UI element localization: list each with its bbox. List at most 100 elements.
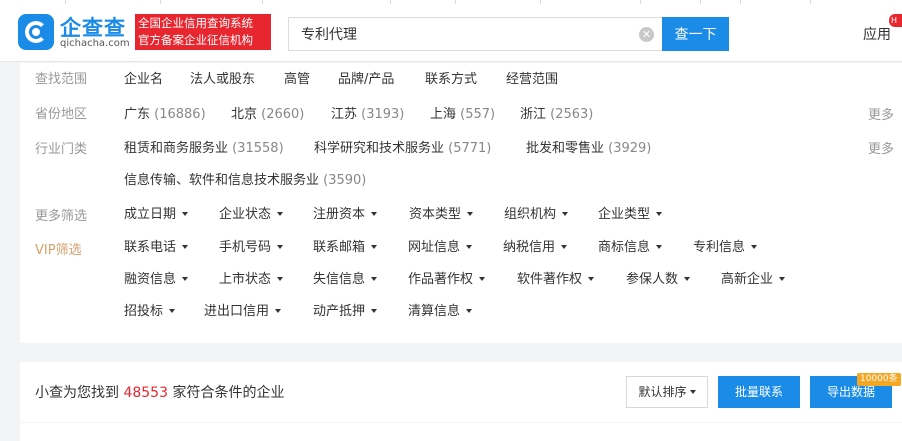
vip-filter-dropdown[interactable]: 联系邮箱 <box>313 236 378 255</box>
region-name: 北京 <box>231 107 258 122</box>
vip-filter-dropdown[interactable]: 联系电话 <box>124 236 189 255</box>
industry-option[interactable]: 信息传输、软件和信息技术服务业 (3590) <box>124 169 366 188</box>
dropdown-label: 参保人数 <box>626 272 679 287</box>
clear-icon[interactable]: ✕ <box>639 27 654 42</box>
region-option[interactable]: 浙江 (2563) <box>520 103 593 122</box>
scope-option[interactable]: 品牌/产品 <box>338 68 394 87</box>
vip-filter-dropdown[interactable]: 动产抵押 <box>313 300 378 319</box>
dropdown-label: 清算信息 <box>408 304 461 319</box>
caret-down-icon <box>779 276 786 281</box>
vip-filter-dropdown[interactable]: 手机号码 <box>219 236 284 255</box>
vip-filter-dropdown[interactable]: 网址信息 <box>408 236 473 255</box>
batch-contact-button[interactable]: 批量联系 <box>718 376 800 408</box>
search-button[interactable]: 查一下 <box>662 17 729 51</box>
dropdown-label: 招投标 <box>124 304 164 319</box>
industry-name: 科学研究和技术服务业 <box>314 141 445 156</box>
caret-down-icon <box>182 244 189 249</box>
app-link[interactable]: 应用 <box>863 24 891 44</box>
vip-filter-dropdown[interactable]: 高新企业 <box>721 268 786 287</box>
dropdown-label: 资本类型 <box>409 207 462 222</box>
dropdown-label: 注册资本 <box>313 207 366 222</box>
result-prefix: 小查为您找到 <box>35 385 119 401</box>
caret-down-icon <box>479 276 486 281</box>
industry-count: (3929) <box>608 141 652 156</box>
vip-filter-dropdown[interactable]: 招投标 <box>124 300 176 319</box>
top-strip <box>0 0 902 4</box>
dropdown-label: 成立日期 <box>124 207 177 222</box>
caret-down-icon <box>277 244 284 249</box>
industry-option[interactable]: 批发和零售业 (3929) <box>526 137 651 156</box>
caret-down-icon <box>684 276 691 281</box>
vip-filter-dropdown[interactable]: 上市状态 <box>219 268 284 287</box>
logo-icon[interactable] <box>18 14 54 50</box>
caret-down-icon <box>467 211 474 216</box>
more-filter-dropdown[interactable]: 企业类型 <box>598 203 663 222</box>
more-filter-dropdown[interactable]: 资本类型 <box>409 203 474 222</box>
more-filter-dropdown[interactable]: 注册资本 <box>313 203 378 222</box>
more-filters-label: 更多筛选 <box>35 209 88 224</box>
industry-count: (31558) <box>232 141 284 156</box>
more-filter-dropdown[interactable]: 成立日期 <box>124 203 189 222</box>
vip-filter-dropdown[interactable]: 商标信息 <box>598 236 663 255</box>
dropdown-label: 失信信息 <box>313 272 366 287</box>
region-label: 省份地区 <box>35 107 88 122</box>
caret-down-icon <box>277 276 284 281</box>
vip-filter-dropdown[interactable]: 软件著作权 <box>517 268 595 287</box>
vip-filter-dropdown[interactable]: 纳税信用 <box>503 236 568 255</box>
dropdown-label: 专利信息 <box>693 240 746 255</box>
scope-option[interactable]: 企业名 <box>124 68 163 87</box>
vip-filter-dropdown[interactable]: 进出口信用 <box>204 300 282 319</box>
vip-filter-dropdown[interactable]: 失信信息 <box>313 268 378 287</box>
result-suffix: 家符合条件的企业 <box>172 385 285 401</box>
industry-option[interactable]: 科学研究和技术服务业 (5771) <box>314 137 491 156</box>
dropdown-label: 软件著作权 <box>517 272 583 287</box>
sort-label: 默认排序 <box>638 385 687 399</box>
dropdown-label: 作品著作权 <box>408 272 474 287</box>
region-option[interactable]: 江苏 (3193) <box>331 103 404 122</box>
region-option[interactable]: 上海 (557) <box>430 103 495 122</box>
sort-dropdown[interactable]: 默认排序 <box>626 376 708 408</box>
brand-domain: qichacha.com <box>60 38 130 49</box>
dropdown-label: 上市状态 <box>219 272 272 287</box>
industry-name: 批发和零售业 <box>526 141 605 156</box>
dropdown-label: 动产抵押 <box>313 304 366 319</box>
caret-down-icon <box>277 211 284 216</box>
export-limit-badge: 10000条 <box>857 373 901 386</box>
vip-filter-dropdown[interactable]: 融资信息 <box>124 268 189 287</box>
search-box: ✕ <box>288 17 662 51</box>
dropdown-label: 企业类型 <box>598 207 651 222</box>
region-option[interactable]: 广东 (16886) <box>124 103 206 122</box>
scope-option[interactable]: 经营范围 <box>506 68 558 87</box>
dropdown-label: 手机号码 <box>219 240 272 255</box>
region-option[interactable]: 北京 (2660) <box>231 103 304 122</box>
industry-name: 租赁和商务服务业 <box>124 141 229 156</box>
new-badge: H <box>889 14 902 27</box>
dropdown-label: 高新企业 <box>721 272 774 287</box>
dropdown-label: 联系邮箱 <box>313 240 366 255</box>
industry-name: 信息传输、软件和信息技术服务业 <box>124 173 320 188</box>
more-filter-dropdown[interactable]: 企业状态 <box>219 203 284 222</box>
caret-down-icon <box>371 211 378 216</box>
region-more-link[interactable]: 更多 <box>868 104 894 123</box>
dropdown-label: 进出口信用 <box>204 304 270 319</box>
region-count: (557) <box>460 107 496 122</box>
caret-down-icon <box>588 276 595 281</box>
vip-filter-dropdown[interactable]: 清算信息 <box>408 300 473 319</box>
vip-filter-dropdown[interactable]: 参保人数 <box>626 268 691 287</box>
vip-filter-dropdown[interactable]: 作品著作权 <box>408 268 486 287</box>
caret-down-icon <box>371 276 378 281</box>
scope-option[interactable]: 法人或股东 <box>190 68 255 87</box>
vip-filter-dropdown[interactable]: 专利信息 <box>693 236 758 255</box>
caret-down-icon <box>466 308 473 313</box>
region-count: (3193) <box>361 107 405 122</box>
scope-option[interactable]: 联系方式 <box>425 68 477 87</box>
result-summary: 小查为您找到 48553 家符合条件的企业 <box>35 382 284 402</box>
search-input[interactable] <box>301 18 621 50</box>
dropdown-label: 组织机构 <box>504 207 557 222</box>
scope-option[interactable]: 高管 <box>284 68 310 87</box>
dropdown-label: 企业状态 <box>219 207 272 222</box>
result-count: 48553 <box>123 385 168 401</box>
industry-option[interactable]: 租赁和商务服务业 (31558) <box>124 137 284 156</box>
more-filter-dropdown[interactable]: 组织机构 <box>504 203 569 222</box>
industry-more-link[interactable]: 更多 <box>868 138 894 157</box>
